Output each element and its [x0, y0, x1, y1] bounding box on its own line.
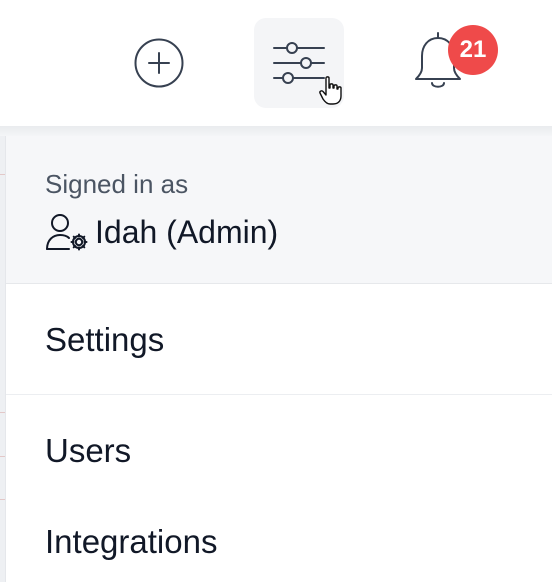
account-dropdown-menu: Signed in as Idah (Admin) Settings Users… [5, 136, 552, 582]
add-button[interactable] [132, 36, 186, 90]
plus-circle-icon [134, 38, 184, 88]
user-cog-icon [46, 214, 88, 251]
top-toolbar: 21 [0, 0, 552, 128]
hand-pointer-cursor [319, 76, 342, 105]
menu-item-settings[interactable]: Settings [45, 321, 164, 359]
toolbar-divider [0, 126, 552, 136]
menu-divider [6, 394, 552, 395]
menu-item-integrations[interactable]: Integrations [45, 523, 217, 561]
signed-in-label: Signed in as [45, 169, 189, 199]
current-user: Idah (Admin) [45, 212, 278, 252]
user-name: Idah (Admin) [95, 213, 279, 250]
menu-item-users[interactable]: Users [45, 432, 131, 470]
menu-header: Signed in as Idah (Admin) [6, 136, 552, 284]
notification-count-badge: 21 [448, 25, 498, 75]
